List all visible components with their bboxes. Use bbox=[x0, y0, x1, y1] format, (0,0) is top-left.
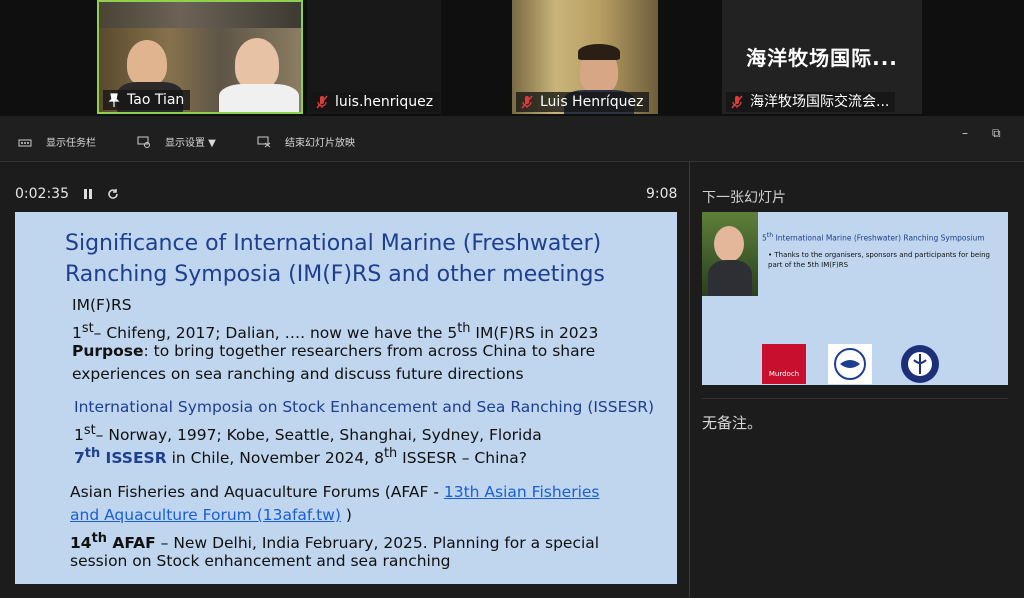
pause-icon[interactable] bbox=[83, 188, 93, 200]
participant-face bbox=[235, 38, 279, 90]
participant-tile-ocean-ranching[interactable]: 海洋牧场国际... 海洋牧场国际交流会... bbox=[722, 0, 922, 114]
show-taskbar-button[interactable]: 显示任务栏 bbox=[18, 134, 96, 149]
next-slide-title: 5th International Marine (Freshwater) Ra… bbox=[762, 232, 985, 243]
presenter-toolbar: 显示任务栏 显示设置 ▼ 结束幻灯片放映 – ⧉ bbox=[0, 116, 1024, 162]
microphone-muted-icon bbox=[316, 95, 328, 109]
afaf-link[interactable]: and Aquaculture Forum (13afaf.tw) bbox=[70, 506, 341, 524]
reset-timer-icon[interactable] bbox=[107, 188, 119, 200]
speaker-notes[interactable]: 无备注。 bbox=[702, 412, 762, 433]
slide-title-line: Ranching Symposia (IM(F)RS and other mee… bbox=[65, 262, 605, 287]
issesr-heading: International Symposia on Stock Enhancem… bbox=[74, 398, 655, 416]
institute-logo bbox=[901, 345, 939, 383]
minimize-icon[interactable]: – bbox=[962, 126, 968, 140]
participant-name: luis.henriquez bbox=[335, 94, 434, 110]
next-slide-label: 下一张幻灯片 bbox=[702, 190, 786, 206]
notes-divider bbox=[702, 398, 1008, 399]
taskbar-icon bbox=[18, 139, 32, 146]
purpose-line-2: experiences on sea ranching and discuss … bbox=[72, 365, 524, 383]
participant-hair bbox=[578, 44, 620, 60]
issesr-upcoming: 7th ISSESR in Chile, November 2024, 8th … bbox=[74, 446, 527, 468]
next-slide-bullet: • Thanks to the organisers, sponsors and… bbox=[768, 251, 990, 269]
show-taskbar-label: 显示任务栏 bbox=[46, 138, 96, 149]
participant-body bbox=[219, 84, 299, 112]
participant-tile-luis-henriquez-video[interactable]: Luis Henríquez bbox=[512, 0, 658, 114]
end-slideshow-icon bbox=[257, 136, 271, 147]
participant-tile-luis-henriquez[interactable]: luis.henriquez bbox=[307, 0, 441, 114]
murdoch-logo: Murdoch bbox=[762, 344, 806, 384]
afaf-line: Asian Fisheries and Aquaculture Forums (… bbox=[70, 483, 600, 501]
slide-title-line: Significance of International Marine (Fr… bbox=[65, 231, 602, 256]
speaker-photo bbox=[702, 212, 758, 296]
participant-name: 海洋牧场国际交流会... bbox=[750, 94, 890, 110]
slide-title: Significance of International Marine (Fr… bbox=[65, 228, 665, 290]
display-settings-button[interactable]: 显示设置 ▼ bbox=[137, 134, 216, 149]
participant-name-tag: luis.henriquez bbox=[311, 92, 440, 112]
afaf-line-2: and Aquaculture Forum (13afaf.tw) ) bbox=[70, 506, 352, 524]
imfrs-heading: IM(F)RS bbox=[72, 296, 132, 314]
participant-display-name: 海洋牧场国际... bbox=[746, 46, 898, 70]
current-slide: Significance of International Marine (Fr… bbox=[15, 212, 677, 584]
participant-name-tag: Tao Tian bbox=[103, 90, 191, 110]
microphone-muted-icon bbox=[731, 95, 743, 109]
video-strip: Tao Tian luis.henriquez Luis Henríquez 海… bbox=[0, 0, 1024, 116]
participant-face bbox=[127, 40, 167, 86]
participant-name-tag: 海洋牧场国际交流会... bbox=[726, 92, 896, 112]
microphone-muted-icon bbox=[521, 95, 533, 109]
slideshow-timer: 0:02:35 bbox=[15, 186, 119, 202]
display-settings-label: 显示设置 ▼ bbox=[165, 138, 216, 149]
video-feed-top bbox=[99, 2, 301, 28]
display-settings-icon bbox=[137, 136, 150, 148]
participant-name: Tao Tian bbox=[127, 92, 185, 108]
end-slideshow-label: 结束幻灯片放映 bbox=[285, 138, 355, 149]
elapsed-time: 0:02:35 bbox=[15, 186, 69, 202]
afaf-session: session on Stock enhancement and sea ran… bbox=[70, 552, 451, 570]
next-slide-preview[interactable]: 5th International Marine (Freshwater) Ra… bbox=[702, 212, 1008, 385]
end-slideshow-button[interactable]: 结束幻灯片放映 bbox=[257, 134, 355, 149]
participant-tile-tao-tian[interactable]: Tao Tian bbox=[97, 0, 303, 114]
society-logo bbox=[828, 344, 872, 384]
panel-divider[interactable] bbox=[689, 162, 690, 598]
participant-name: Luis Henríquez bbox=[540, 94, 644, 110]
pin-icon bbox=[108, 93, 120, 107]
restore-icon[interactable]: ⧉ bbox=[992, 126, 1001, 141]
afaf-link[interactable]: 13th Asian Fisheries bbox=[444, 483, 600, 501]
participant-name-tag: Luis Henríquez bbox=[516, 92, 650, 112]
current-time: 9:08 bbox=[646, 186, 678, 202]
purpose-line: Purpose: to bring together researchers f… bbox=[72, 342, 596, 360]
